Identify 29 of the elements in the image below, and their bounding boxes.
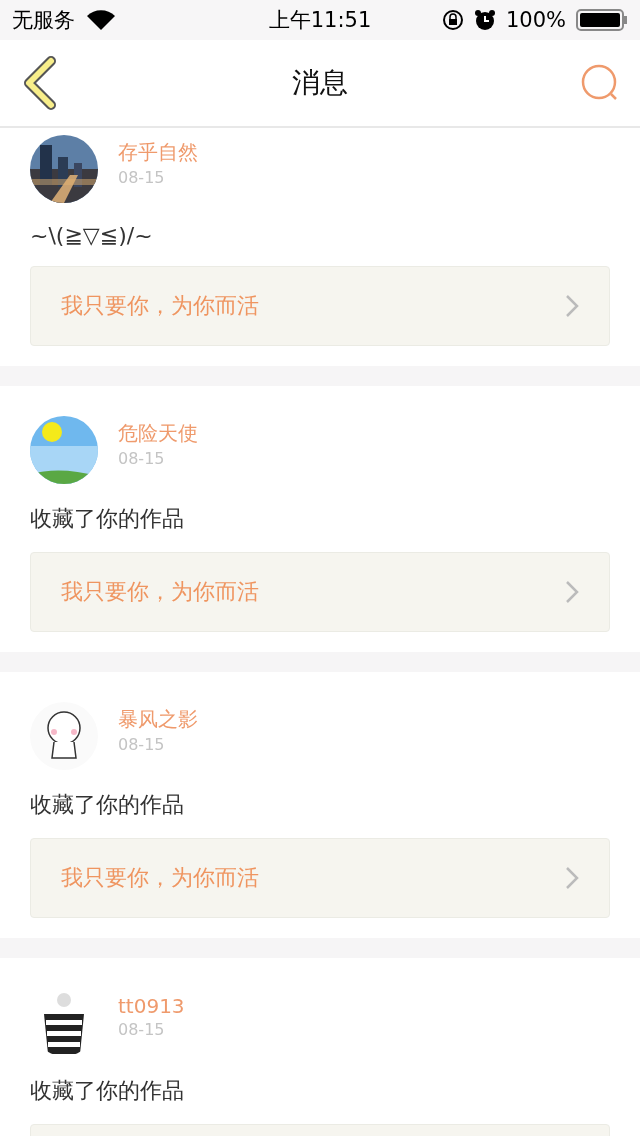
- message-date: 08-15: [118, 449, 166, 468]
- work-title: 我只要你，为你而活: [61, 292, 259, 320]
- message-text: ~\(≧▽≦)/~: [30, 223, 154, 248]
- user-name[interactable]: 暴风之影: [118, 706, 198, 733]
- user-name[interactable]: 存乎自然: [118, 139, 198, 166]
- chevron-right-icon: [565, 294, 579, 318]
- carrier-label: 无服务: [12, 7, 75, 34]
- chevron-right-icon: [565, 580, 579, 604]
- message-date: 08-15: [118, 735, 166, 754]
- chevron-right-icon: [565, 866, 579, 890]
- work-link[interactable]: 我只要你，为你而活: [30, 552, 610, 632]
- message-date: 08-15: [118, 1019, 166, 1039]
- clock: 上午11:51: [268, 7, 372, 34]
- user-name[interactable]: 危险天使: [118, 420, 198, 447]
- message-text: 收藏了你的作品: [30, 791, 185, 819]
- battery-icon: [576, 9, 628, 31]
- work-link[interactable]: 我只要你，为你而活: [30, 838, 610, 918]
- message-date: 08-15: [118, 168, 166, 187]
- alarm-icon: [473, 9, 496, 31]
- user-name[interactable]: tt0913: [118, 993, 185, 1018]
- rotation-lock-icon: [441, 9, 464, 31]
- work-title: 我只要你，为你而活: [61, 578, 259, 606]
- work-title: 我只要你，为你而活: [61, 864, 259, 892]
- message-text: 收藏了你的作品: [30, 1077, 185, 1105]
- battery-percent: 100%: [505, 8, 566, 32]
- message-text: 收藏了你的作品: [30, 505, 185, 533]
- work-link[interactable]: 我只要你，为你而活: [30, 266, 610, 346]
- wifi-icon: [87, 10, 115, 30]
- page-title: 消息: [292, 65, 348, 101]
